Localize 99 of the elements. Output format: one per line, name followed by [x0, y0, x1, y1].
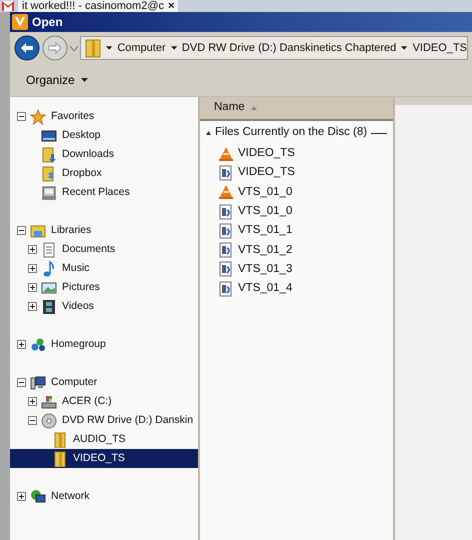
media-file-icon [218, 204, 234, 220]
window-title: Open [32, 14, 63, 31]
name-column-header[interactable]: Name [200, 97, 393, 121]
file-name[interactable]: VIDEO_TS [238, 164, 295, 182]
tree-label: Documents [62, 242, 116, 257]
tree-label: VIDEO_TS [73, 450, 125, 466]
history-dropdown-icon[interactable] [70, 46, 78, 50]
collapse-toggle-icon[interactable] [17, 226, 26, 235]
expand-toggle-icon[interactable] [28, 283, 37, 292]
expand-toggle-icon[interactable] [28, 302, 37, 311]
breadcrumb[interactable]: Computer [117, 40, 166, 56]
collapse-toggle-icon[interactable] [28, 416, 37, 425]
tree-label: Favorites [51, 108, 94, 124]
expand-toggle-icon[interactable] [28, 264, 37, 273]
tree-item[interactable]: Favorites [10, 107, 198, 126]
film-icon [41, 298, 57, 314]
folder-icon [41, 146, 57, 162]
caret-icon [106, 46, 112, 50]
tree-label: Videos [62, 298, 94, 314]
folder-icon [52, 450, 68, 466]
traffic-cone-icon [218, 184, 234, 200]
tree-label: Libraries [51, 222, 92, 238]
tree-item[interactable]: Documents [10, 240, 198, 259]
drive-icon [41, 394, 57, 410]
media-file-icon [218, 280, 234, 297]
sort-arrow-icon [250, 106, 257, 110]
organize-button[interactable]: Organize [22, 69, 92, 91]
tree-item[interactable]: Recent Places [10, 183, 198, 202]
tree-item[interactable]: Pictures [10, 278, 198, 297]
collapse-group-icon[interactable] [206, 131, 211, 135]
tree-label: Pictures [62, 280, 100, 295]
tab-title: it worked!!! - casinomom2@c [22, 0, 164, 12]
tree-label: ACER (C:) [62, 394, 112, 409]
file-name[interactable]: VTS_01_4 [238, 280, 292, 298]
traffic-cone-icon [218, 146, 234, 162]
tree-item[interactable]: DVD RW Drive (D:) Danskin [10, 411, 198, 430]
tree-label: Music [62, 260, 90, 276]
file-name[interactable]: VTS_01_1 [238, 222, 292, 240]
caret-icon [170, 46, 177, 50]
mail-icon [2, 1, 14, 11]
tree-item[interactable]: AUDIO_TS [10, 430, 198, 449]
group-header[interactable]: Files Currently on the Disc (8) [215, 124, 368, 142]
tree-label: Network [51, 488, 90, 504]
folder-icon [85, 38, 101, 58]
tree-item[interactable]: Computer [10, 373, 198, 392]
expand-toggle-icon[interactable] [28, 245, 37, 254]
tree-item[interactable]: Libraries [10, 221, 198, 240]
star-icon [30, 108, 46, 124]
tree-label: Dropbox [62, 166, 102, 181]
disc-icon [41, 412, 57, 428]
tree-label: DVD RW Drive (D:) Danskin [62, 412, 194, 428]
expand-toggle-icon[interactable] [17, 340, 26, 349]
tree-label: AUDIO_TS [73, 432, 126, 447]
tree-label: Homegroup [51, 336, 106, 352]
tree-label: Downloads [62, 146, 114, 162]
breadcrumb[interactable]: DVD RW Drive (D:) Danskinetics Chaptered [182, 40, 396, 56]
caret-icon [401, 46, 408, 50]
picture-icon [41, 280, 57, 296]
media-file-icon [218, 242, 234, 258]
collapse-toggle-icon[interactable] [17, 378, 26, 387]
tree-item[interactable]: Music [10, 259, 198, 278]
folder-icon [52, 432, 68, 448]
breadcrumb[interactable]: VIDEO_TS [412, 40, 467, 56]
tree-item[interactable]: Homegroup [10, 335, 198, 354]
file-name[interactable]: VIDEO_TS [238, 145, 295, 162]
file-name[interactable]: VTS_01_0 [238, 202, 292, 220]
caret-icon [80, 78, 88, 82]
close-button[interactable]: × [168, 0, 174, 12]
file-name[interactable]: VTS_01_0 [238, 184, 292, 201]
back-button[interactable] [14, 35, 40, 61]
tree-item[interactable]: ACER (C:) [10, 392, 198, 411]
file-name[interactable]: VTS_01_2 [238, 242, 292, 259]
browser-tab[interactable]: it worked!!! - casinomom2@c × [18, 0, 178, 12]
file-name[interactable]: VTS_01_3 [238, 260, 292, 278]
tree-item[interactable]: Dropbox [10, 164, 198, 183]
tree-label: Desktop [62, 128, 101, 143]
music-note-icon [41, 260, 57, 276]
folder-icon [30, 222, 46, 238]
tree-item[interactable]: Downloads [10, 145, 198, 164]
collapse-toggle-icon[interactable] [17, 112, 26, 121]
tree-item[interactable]: Network [10, 487, 198, 506]
document-icon [41, 242, 57, 258]
recent-places-icon [41, 184, 57, 200]
tree-label: Recent Places [62, 184, 130, 200]
address-bar[interactable]: Computer DVD RW Drive (D:) Danskinetics Chaptered VIDEO_TS [80, 36, 468, 60]
expand-toggle-icon[interactable] [28, 397, 37, 406]
media-file-icon [218, 261, 234, 278]
media-file-icon [218, 164, 234, 181]
tree-item[interactable]: Videos [10, 297, 198, 316]
homegroup-icon [30, 336, 46, 352]
app-icon [12, 14, 28, 30]
tree-item[interactable]: VIDEO_TS [10, 449, 198, 468]
expand-toggle-icon[interactable] [17, 492, 26, 501]
media-file-icon [218, 222, 234, 239]
tree-label: Computer [51, 374, 98, 390]
tree-item[interactable]: Desktop [10, 126, 198, 145]
network-icon [30, 488, 46, 504]
computer-icon [30, 374, 46, 390]
monitor-icon [41, 128, 57, 144]
